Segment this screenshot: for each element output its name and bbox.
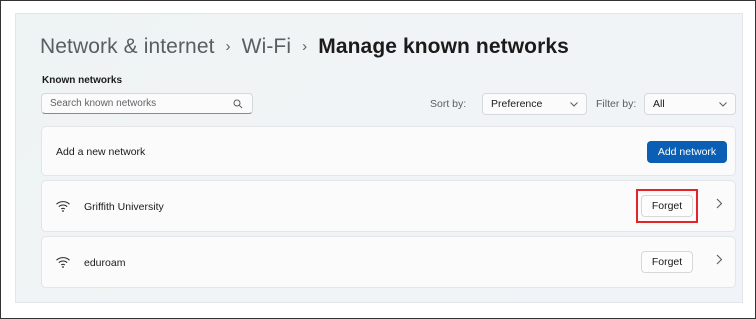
page-title: Manage known networks — [318, 35, 569, 58]
forget-button[interactable]: Forget — [641, 251, 693, 273]
settings-window: Network & internet › Wi-Fi › Manage know… — [15, 13, 743, 303]
breadcrumb-network-internet[interactable]: Network & internet — [40, 35, 215, 59]
network-row[interactable]: Griffith University Forget — [41, 180, 736, 232]
chevron-down-icon — [719, 99, 727, 109]
chevron-down-icon — [570, 99, 578, 109]
search-known-networks[interactable] — [41, 93, 253, 114]
network-row[interactable]: eduroam Forget — [41, 236, 736, 288]
filter-by-label: Filter by: — [596, 98, 637, 110]
add-network-button[interactable]: Add network — [647, 141, 727, 163]
sort-by-value: Preference — [491, 98, 543, 110]
add-network-label: Add a new network — [56, 146, 146, 158]
forget-button[interactable]: Forget — [641, 195, 693, 217]
breadcrumb: Network & internet › Wi-Fi › Manage know… — [40, 32, 569, 62]
breadcrumb-wifi[interactable]: Wi-Fi — [242, 35, 291, 59]
network-name: Griffith University — [84, 201, 164, 213]
breadcrumb-separator: › — [225, 37, 231, 55]
filter-by-value: All — [653, 98, 665, 110]
add-network-card: Add a new network Add network — [41, 126, 736, 176]
chevron-right-icon[interactable] — [716, 253, 723, 268]
chevron-right-icon[interactable] — [716, 197, 723, 212]
breadcrumb-separator: › — [302, 37, 308, 55]
search-icon[interactable] — [232, 98, 244, 110]
filter-by-dropdown[interactable]: All — [644, 93, 736, 115]
search-input[interactable] — [50, 98, 232, 109]
sort-by-dropdown[interactable]: Preference — [482, 93, 587, 115]
wifi-icon — [55, 198, 71, 214]
network-name: eduroam — [84, 257, 126, 269]
wifi-icon — [55, 254, 71, 270]
sort-by-label: Sort by: — [430, 98, 467, 110]
known-networks-heading: Known networks — [42, 75, 123, 86]
screenshot-frame: Network & internet › Wi-Fi › Manage know… — [0, 0, 756, 319]
